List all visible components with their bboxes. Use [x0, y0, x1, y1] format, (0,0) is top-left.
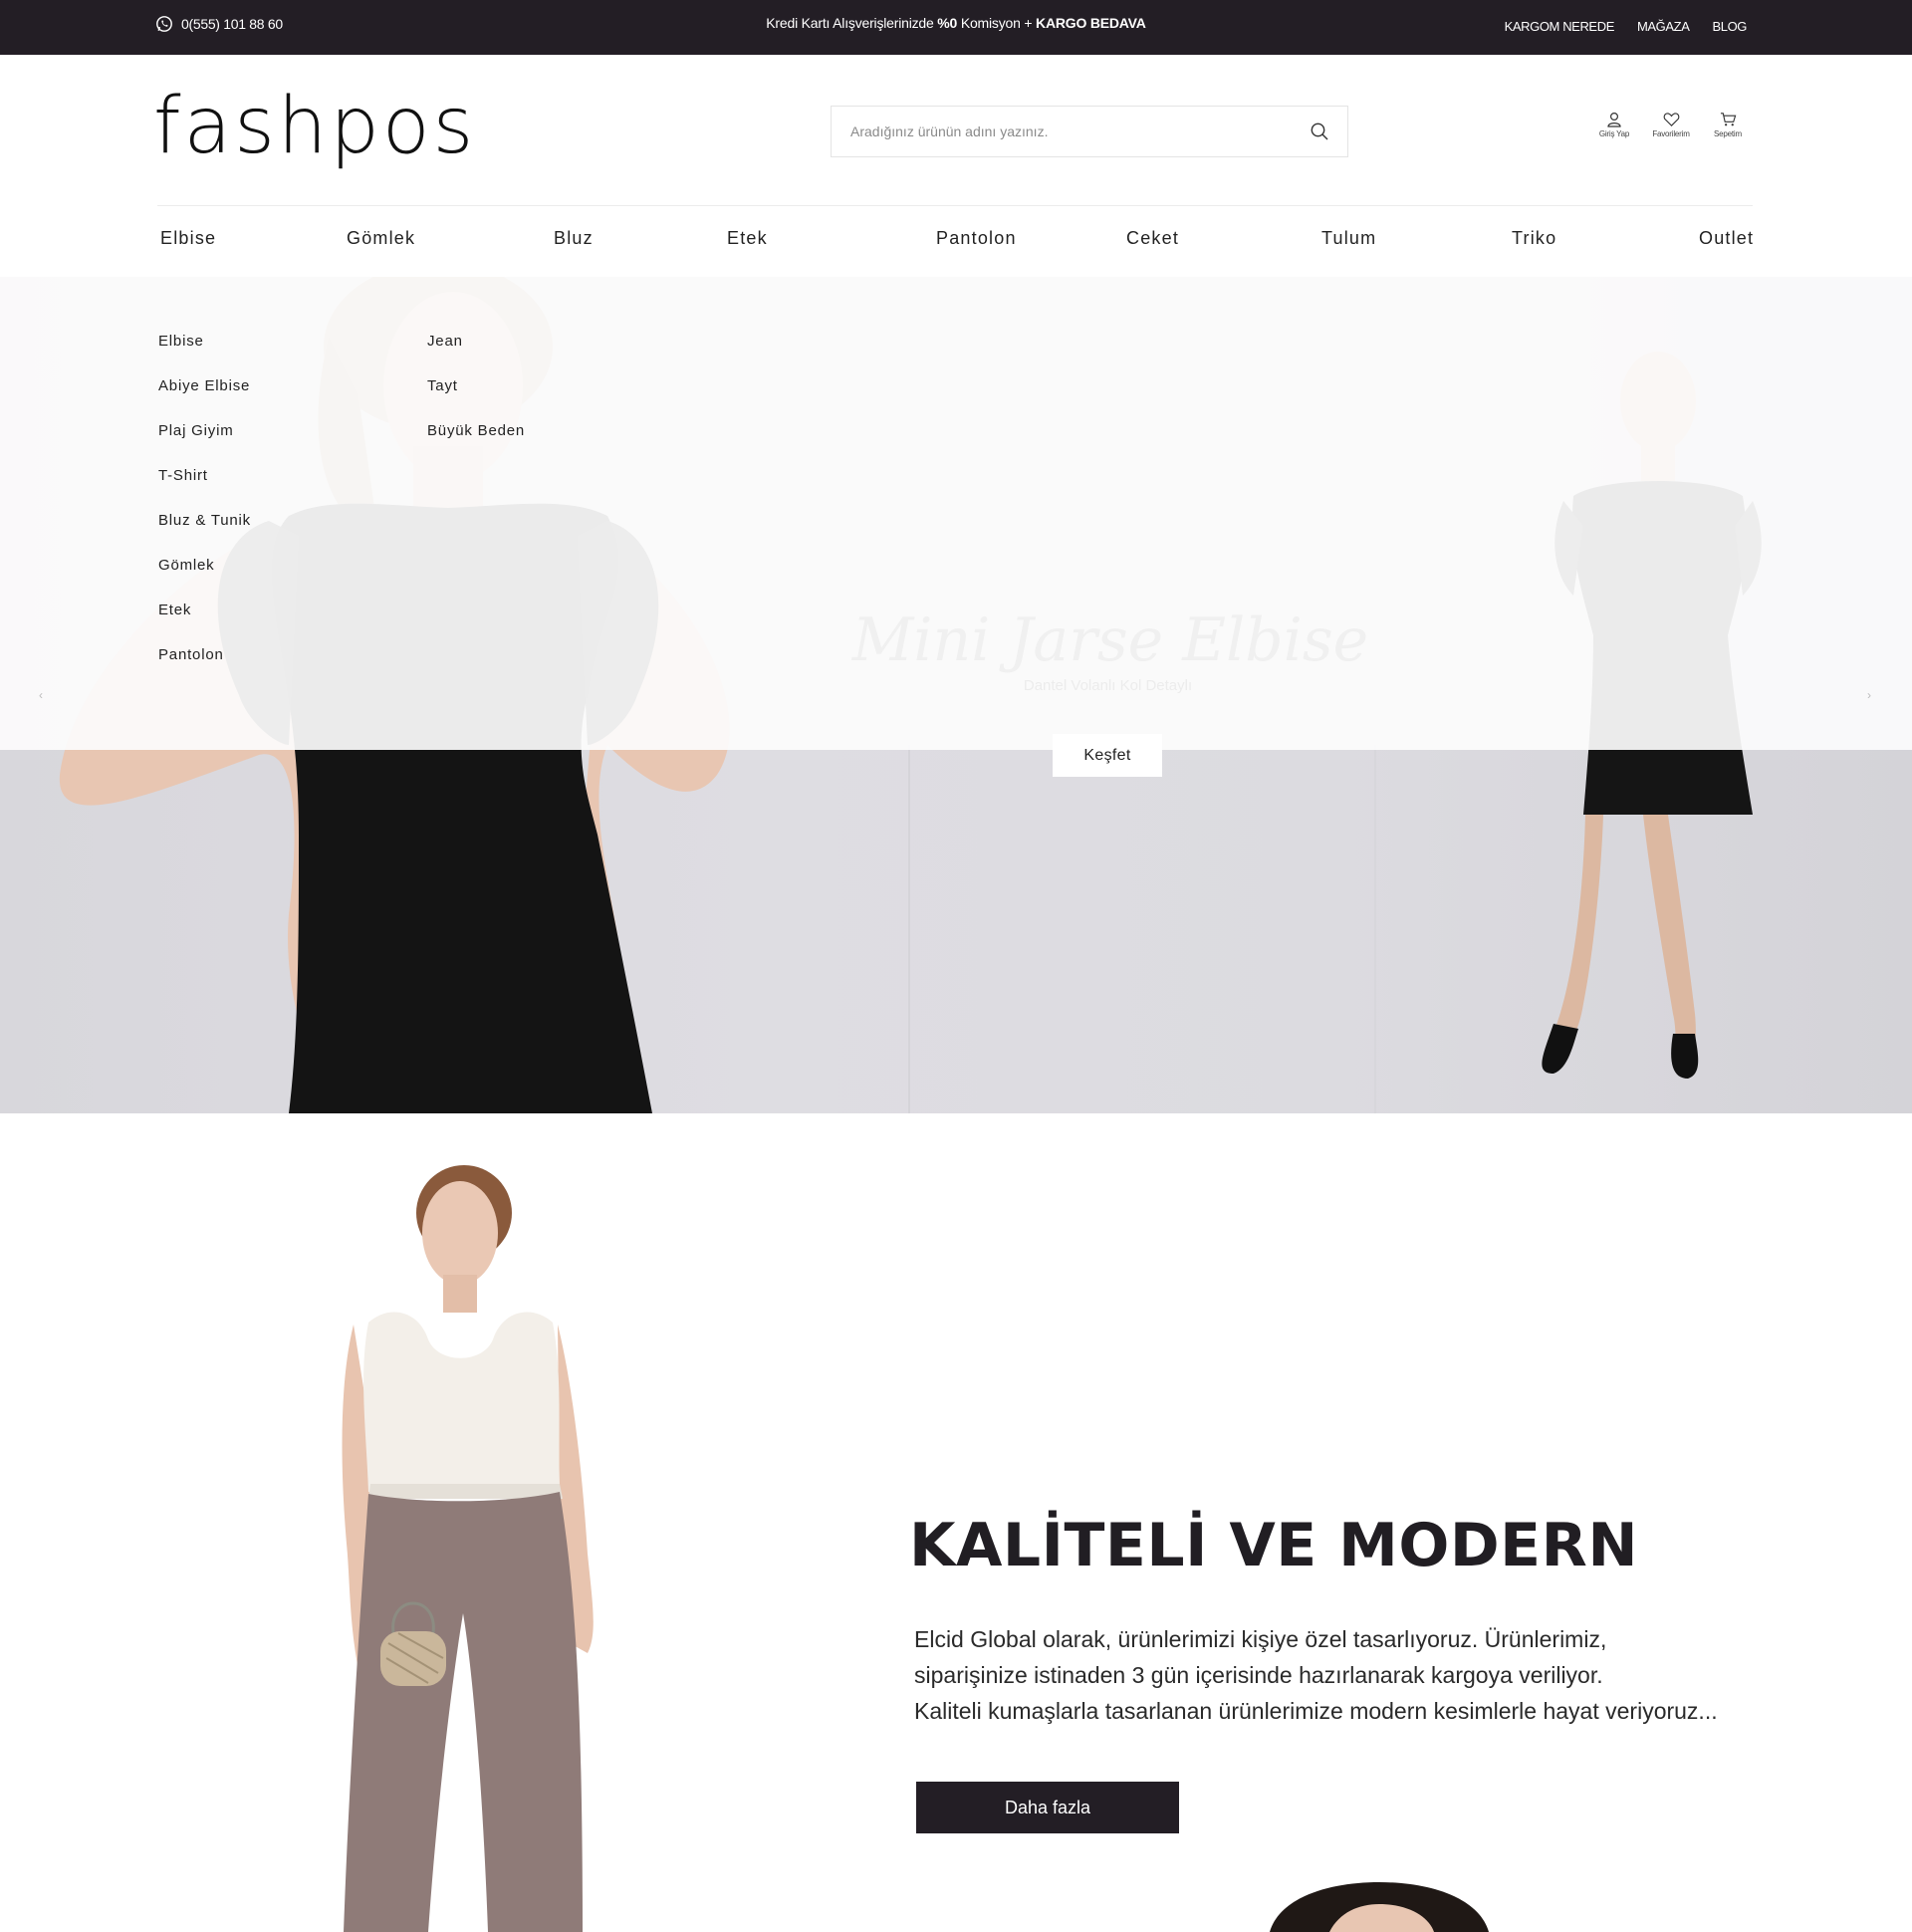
dropdown-item-t-shirt[interactable]: T-Shirt [158, 467, 208, 484]
nav-item-triko[interactable]: Triko [1512, 228, 1556, 249]
slide-title: Mini Jarse Elbise [851, 605, 1369, 675]
user-icon [1607, 112, 1621, 127]
nav-item-pantolon[interactable]: Pantolon [936, 228, 1017, 249]
nav-item-outlet[interactable]: Outlet [1699, 228, 1754, 249]
login-label: Giriş Yap [1598, 129, 1630, 138]
more-button[interactable]: Daha fazla [916, 1782, 1179, 1833]
link-store[interactable]: MAĞAZA [1637, 19, 1690, 34]
top-bar: 0(555) 101 88 60 Kredi Kartı Alışverişle… [0, 0, 1912, 55]
about-text: Elcid Global olarak, ürünlerimizi kişiye… [914, 1621, 1791, 1729]
search-input[interactable] [832, 107, 1290, 156]
slider-next-icon[interactable]: › [1852, 678, 1886, 712]
nav-item-elbise[interactable]: Elbise [160, 228, 216, 249]
dropdown-item-bluz-tunik[interactable]: Bluz & Tunik [158, 512, 251, 529]
dropdown-item-tayt[interactable]: Tayt [427, 377, 458, 394]
favorites-link[interactable]: Favorilerim [1650, 112, 1692, 138]
promo-mid: Komisyon + [957, 15, 1037, 31]
slide-subtitle: Dantel Volanlı Kol Detaylı [1023, 677, 1193, 694]
site-logo[interactable]: fashpos [153, 88, 476, 165]
dropdown-item-abiye-elbise[interactable]: Abiye Elbise [158, 377, 250, 394]
search-box [831, 106, 1348, 157]
cart-label: Sepetim [1714, 129, 1742, 138]
dropdown-item-buyuk-beden[interactable]: Büyük Beden [427, 422, 525, 439]
promo-prefix: Kredi Kartı Alışverişlerinizde [766, 15, 938, 31]
nav-item-tulum[interactable]: Tulum [1321, 228, 1376, 249]
search-icon[interactable] [1310, 121, 1329, 141]
login-link[interactable]: Giriş Yap [1593, 112, 1635, 138]
link-cargo-tracking[interactable]: KARGOM NEREDE [1505, 19, 1615, 34]
nav-item-ceket[interactable]: Ceket [1126, 228, 1179, 249]
backdrop-seam [908, 745, 910, 1113]
dropdown-item-gomlek[interactable]: Gömlek [158, 557, 214, 574]
header-divider [157, 205, 1753, 206]
about-line: Kaliteli kumaşlarla tasarlanan ürünlerim… [914, 1698, 1718, 1724]
dropdown-item-jean[interactable]: Jean [427, 333, 463, 350]
heart-icon [1663, 113, 1679, 126]
model-head-image [1270, 1882, 1489, 1932]
promo-cargo: KARGO BEDAVA [1036, 15, 1146, 31]
nav-item-gomlek[interactable]: Gömlek [347, 228, 415, 249]
dropdown-item-etek[interactable]: Etek [158, 602, 191, 618]
discover-button[interactable]: Keşfet [1053, 734, 1162, 777]
cart-icon [1720, 113, 1736, 126]
link-blog[interactable]: BLOG [1712, 19, 1747, 34]
cart-link[interactable]: Sepetim [1707, 112, 1749, 138]
user-actions: Giriş Yap Favorilerim Sepetim [1593, 112, 1749, 138]
dropdown-item-elbise[interactable]: Elbise [158, 333, 204, 350]
nav-item-etek[interactable]: Etek [727, 228, 768, 249]
promo-rate: %0 [937, 15, 958, 31]
backdrop-seam [1374, 745, 1376, 1113]
about-line: Elcid Global olarak, ürünlerimizi kişiye… [914, 1626, 1607, 1652]
about-line: siparişinize istinaden 3 gün içerisinde … [914, 1662, 1603, 1688]
dropdown-item-pantolon[interactable]: Pantolon [158, 646, 224, 663]
top-links: KARGOM NEREDE MAĞAZA BLOG [1505, 19, 1748, 34]
about-model-image [342, 1165, 594, 1932]
dropdown-item-plaj-giyim[interactable]: Plaj Giyim [158, 422, 234, 439]
hero-slider: Mini Jarse Elbise Dantel Volanlı Kol Det… [0, 277, 1912, 1113]
nav-item-bluz[interactable]: Bluz [554, 228, 594, 249]
slider-prev-icon[interactable]: ‹ [24, 678, 58, 712]
favorites-label: Favorilerim [1652, 129, 1690, 138]
about-title: KALİTELİ VE MODERN [909, 1511, 1639, 1580]
